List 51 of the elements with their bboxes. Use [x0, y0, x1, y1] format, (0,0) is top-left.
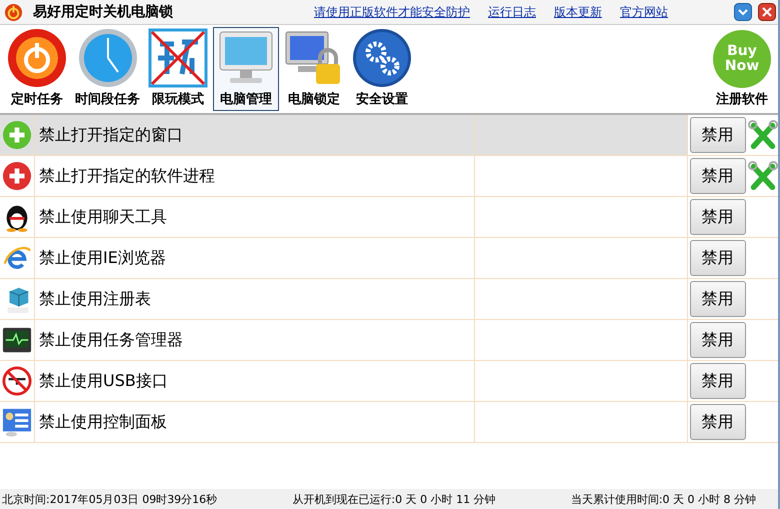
toolbar-button[interactable]: 限玩模式	[145, 27, 211, 111]
status-text: 北京时间:2017年05月03日 09时39分16秒	[2, 492, 218, 506]
header-link[interactable]: 官方网站	[620, 4, 668, 20]
clock-icon	[78, 28, 138, 88]
status-text: 当天累计使用时间:0 天 0 小时 8 分钟	[570, 492, 756, 506]
header-link[interactable]: 运行日志	[488, 4, 536, 20]
table-cell: 禁止打开指定的窗口	[35, 115, 475, 155]
table-cell: 禁止使用IE浏览器	[35, 238, 475, 278]
status-text: 从开机到现在已运行:0 天 0 小时 11 分钟	[292, 492, 496, 506]
toolbar-button[interactable]: 时间段任务	[72, 27, 143, 111]
app-icon	[4, 2, 23, 22]
buy-now-badge: Buy Now	[713, 30, 771, 88]
table-row[interactable]: 禁止使用任务管理器 禁用	[0, 320, 778, 361]
gears-icon	[352, 28, 412, 88]
table-cell: 禁止使用USB接口	[35, 361, 475, 401]
crossed-tools-icon[interactable]	[748, 120, 778, 150]
power-icon	[7, 28, 67, 88]
plus-icon	[2, 120, 32, 150]
disable-button[interactable]: 禁用	[690, 117, 746, 153]
table-cell: 禁止打开指定的软件进程	[35, 156, 475, 196]
toolbar-button[interactable]: 电脑锁定	[281, 27, 347, 111]
disable-button[interactable]: 禁用	[690, 199, 746, 235]
table-row[interactable]: 禁止打开指定的窗口 禁用	[0, 115, 778, 156]
pulse-monitor-icon	[2, 325, 32, 355]
table-row[interactable]: 禁止使用控制面板 禁用	[0, 402, 778, 443]
disable-button[interactable]: 禁用	[690, 158, 746, 194]
table-row[interactable]: 禁止打开指定的软件进程 禁用	[0, 156, 778, 197]
table-row[interactable]: 禁止使用注册表 禁用	[0, 279, 778, 320]
toolbar-button[interactable]: 安全设置	[349, 27, 415, 111]
table-cell: 禁止使用控制面板	[35, 402, 475, 442]
table-row[interactable]: 禁止使用USB接口 禁用	[0, 361, 778, 402]
disable-button[interactable]: 禁用	[690, 363, 746, 399]
table-cell: 禁止使用注册表	[35, 279, 475, 319]
minimize-icon[interactable]	[734, 3, 752, 21]
table-cell: 禁止使用聊天工具	[35, 197, 475, 237]
header-link[interactable]: 请使用正版软件才能安全防护	[314, 4, 470, 20]
disable-button[interactable]: 禁用	[690, 281, 746, 317]
header-link[interactable]: 版本更新	[554, 4, 602, 20]
table-row[interactable]: 禁止使用IE浏览器 禁用	[0, 238, 778, 279]
register-button[interactable]: Buy Now 注册软件	[710, 27, 774, 111]
close-icon[interactable]	[758, 3, 776, 21]
crossed-tools-icon[interactable]	[748, 161, 778, 191]
crossed-character-icon	[148, 28, 208, 88]
window-title: 易好用定时关机电脑锁	[33, 3, 173, 21]
disable-button[interactable]: 禁用	[690, 322, 746, 358]
disable-button[interactable]: 禁用	[690, 240, 746, 276]
disable-button[interactable]: 禁用	[690, 404, 746, 440]
toolbar-button[interactable]: 电脑管理	[213, 27, 279, 111]
table-row[interactable]: 禁止使用聊天工具 禁用	[0, 197, 778, 238]
toolbar-button[interactable]: 定时任务	[4, 27, 70, 111]
table-cell: 禁止使用任务管理器	[35, 320, 475, 360]
